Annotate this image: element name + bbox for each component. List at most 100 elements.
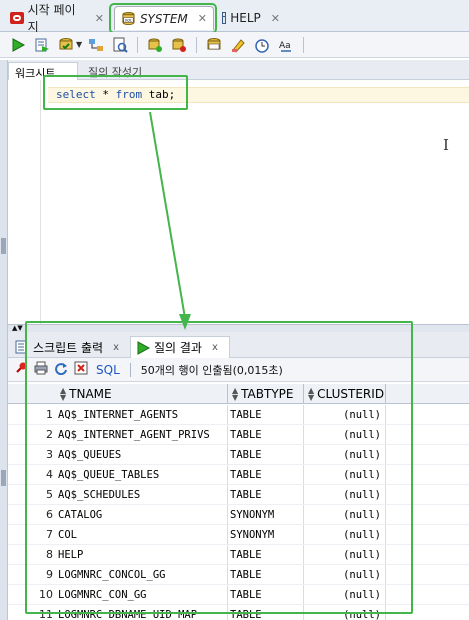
- row-number: 2: [46, 428, 53, 441]
- sql-token: *: [95, 88, 116, 101]
- sql-tuning-button[interactable]: [145, 35, 165, 55]
- cell-tname[interactable]: LOGMNRC_DBNAME_UID_MAP: [56, 605, 228, 620]
- table-row[interactable]: 6 CATALOG SYNONYM (null): [8, 505, 469, 525]
- close-icon[interactable]: ✕: [95, 12, 104, 25]
- table-row[interactable]: 2 AQ$_INTERNET_AGENT_PRIVS TABLE (null): [8, 425, 469, 445]
- run-script-button[interactable]: [32, 35, 52, 55]
- history-button[interactable]: [252, 35, 272, 55]
- unshared-sql-button[interactable]: [204, 35, 224, 55]
- row-number: 4: [46, 468, 53, 481]
- column-header-tname[interactable]: ▲ ▼ TNAME: [56, 384, 228, 404]
- autotrace-icon: [113, 37, 128, 53]
- table-row[interactable]: 7 COL SYNONYM (null): [8, 525, 469, 545]
- oracle-icon: [10, 12, 24, 24]
- row-number-header: [8, 384, 56, 404]
- grid-header: ▲ ▼ TNAME ▲ ▼ TABTYPE ▲ ▼ CLUSTERID: [8, 384, 469, 404]
- commit-button[interactable]: [56, 35, 76, 55]
- cell-tabtype[interactable]: TABLE: [228, 445, 304, 464]
- result-toolbar: SQL 50개의 행이 인출됨(0,015초): [8, 358, 469, 382]
- column-header-tabtype[interactable]: ▲ ▼ TABTYPE: [228, 384, 304, 404]
- cell-clusterid[interactable]: (null): [304, 525, 386, 544]
- sort-icon: ▲ ▼: [308, 386, 315, 402]
- cell-clusterid[interactable]: (null): [304, 605, 386, 620]
- format-case-button[interactable]: Aa: [276, 35, 296, 55]
- cell-clusterid[interactable]: (null): [304, 445, 386, 464]
- sql-link[interactable]: SQL: [96, 363, 120, 377]
- tab-query-builder[interactable]: 질의 작성기: [82, 62, 148, 80]
- table-row[interactable]: 5 AQ$_SCHEDULES TABLE (null): [8, 485, 469, 505]
- table-row[interactable]: 3 AQ$_QUEUES TABLE (null): [8, 445, 469, 465]
- cell-clusterid[interactable]: (null): [304, 545, 386, 564]
- cell-tname[interactable]: CATALOG: [56, 505, 228, 524]
- worksheet-toolbar: ▼ Aa: [0, 32, 469, 58]
- dropdown-icon[interactable]: ▼: [76, 40, 82, 49]
- tab-worksheet[interactable]: 워크시트: [8, 62, 78, 80]
- cell-clusterid[interactable]: (null): [304, 465, 386, 484]
- cell-tname[interactable]: AQ$_SCHEDULES: [56, 485, 228, 504]
- cell-tname[interactable]: LOGMNRC_CONCOL_GG: [56, 565, 228, 584]
- cell-clusterid[interactable]: (null): [304, 585, 386, 604]
- tab-system[interactable]: SQL SYSTEM ✕: [114, 6, 214, 30]
- close-icon[interactable]: ✕: [271, 12, 280, 25]
- cell-tabtype[interactable]: TABLE: [228, 585, 304, 604]
- svg-text:Aa: Aa: [279, 41, 291, 51]
- cell-tabtype[interactable]: TABLE: [228, 405, 304, 424]
- rollback-button[interactable]: [169, 35, 189, 55]
- close-icon[interactable]: x: [113, 342, 119, 353]
- row-number: 8: [46, 548, 53, 561]
- cell-tabtype[interactable]: TABLE: [228, 605, 304, 620]
- editor-results-splitter[interactable]: ▲▼: [8, 324, 469, 332]
- table-row[interactable]: 10 LOGMNRC_CON_GG TABLE (null): [8, 585, 469, 605]
- cell-tname[interactable]: AQ$_INTERNET_AGENTS: [56, 405, 228, 424]
- table-row[interactable]: 4 AQ$_QUEUE_TABLES TABLE (null): [8, 465, 469, 485]
- explain-plan-button[interactable]: [86, 35, 106, 55]
- clear-button[interactable]: [228, 35, 248, 55]
- tab-query-result[interactable]: 질의 결과 x: [130, 336, 230, 358]
- results-grid[interactable]: ▲ ▼ TNAME ▲ ▼ TABTYPE ▲ ▼ CLUSTERID 1 AQ$_IN…: [8, 384, 469, 620]
- table-row[interactable]: 11 LOGMNRC_DBNAME_UID_MAP TABLE (null): [8, 605, 469, 620]
- cell-tabtype[interactable]: SYNONYM: [228, 505, 304, 524]
- cell-tname[interactable]: AQ$_QUEUE_TABLES: [56, 465, 228, 484]
- tab-script-output[interactable]: 스크립트 출력 x: [10, 336, 128, 358]
- close-icon[interactable]: x: [212, 342, 218, 353]
- cell-tabtype[interactable]: TABLE: [228, 425, 304, 444]
- cell-tname[interactable]: AQ$_QUEUES: [56, 445, 228, 464]
- run-statement-button[interactable]: [8, 35, 28, 55]
- cancel-query-button[interactable]: [74, 361, 88, 378]
- tab-label: 질의 결과: [154, 341, 202, 355]
- refresh-button[interactable]: [54, 361, 68, 378]
- cell-tname[interactable]: HELP: [56, 545, 228, 564]
- sql-keyword: select: [56, 88, 96, 101]
- cell-clusterid[interactable]: (null): [304, 425, 386, 444]
- print-button[interactable]: [34, 361, 48, 378]
- cell-tabtype[interactable]: TABLE: [228, 545, 304, 564]
- autotrace-button[interactable]: [110, 35, 130, 55]
- sql-statement[interactable]: select * from tab;: [56, 88, 175, 101]
- cell-clusterid[interactable]: (null): [304, 405, 386, 424]
- cell-tname[interactable]: LOGMNRC_CON_GG: [56, 585, 228, 604]
- cell-tabtype[interactable]: TABLE: [228, 465, 304, 484]
- close-icon[interactable]: ✕: [198, 12, 207, 25]
- cell-clusterid[interactable]: (null): [304, 505, 386, 524]
- tab-help[interactable]: HELP ✕: [216, 6, 286, 30]
- print-icon: [34, 361, 48, 375]
- table-row[interactable]: 8 HELP TABLE (null): [8, 545, 469, 565]
- cell-tname[interactable]: COL: [56, 525, 228, 544]
- table-row[interactable]: 1 AQ$_INTERNET_AGENTS TABLE (null): [8, 405, 469, 425]
- svg-text:SQL: SQL: [125, 18, 132, 22]
- column-header-clusterid[interactable]: ▲ ▼ CLUSTERID: [304, 384, 386, 404]
- table-row[interactable]: 9 LOGMNRC_CONCOL_GG TABLE (null): [8, 565, 469, 585]
- toolbar-separator: [303, 36, 305, 53]
- splitter-handle[interactable]: [1, 470, 6, 486]
- splitter-handle[interactable]: [1, 238, 6, 254]
- cell-tname[interactable]: AQ$_INTERNET_AGENT_PRIVS: [56, 425, 228, 444]
- cell-tabtype[interactable]: SYNONYM: [228, 525, 304, 544]
- cell-tabtype[interactable]: TABLE: [228, 565, 304, 584]
- tab-start-page[interactable]: 시작 페이지 ✕: [4, 3, 110, 34]
- cell-clusterid[interactable]: (null): [304, 485, 386, 504]
- sql-editor[interactable]: select * from tab; I: [8, 80, 469, 324]
- cell-tabtype[interactable]: TABLE: [228, 485, 304, 504]
- cell-clusterid[interactable]: (null): [304, 565, 386, 584]
- row-number: 7: [46, 528, 53, 541]
- pin-button[interactable]: [14, 361, 28, 378]
